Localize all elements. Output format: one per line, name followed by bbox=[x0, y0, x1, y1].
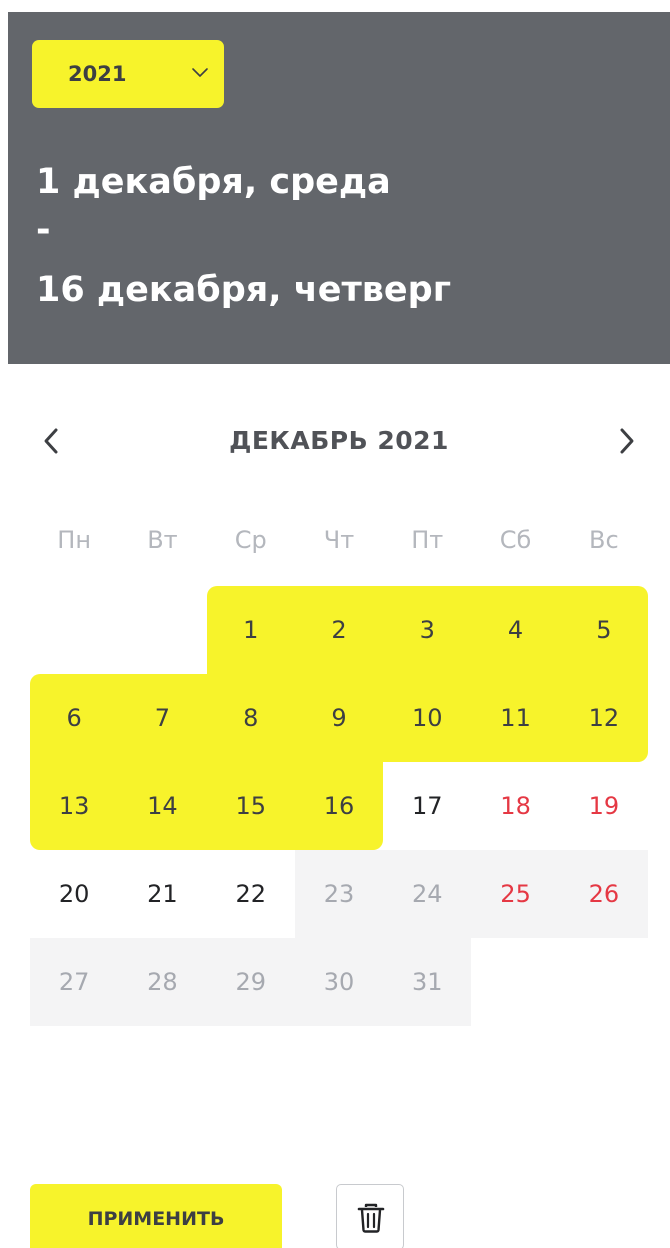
weekday-label: Ср bbox=[234, 526, 267, 554]
day-cell-25: 25 bbox=[471, 850, 560, 938]
trash-icon bbox=[357, 1203, 385, 1233]
month-label: ДЕКАБРЬ 2021 bbox=[229, 426, 449, 455]
weekday-label: Вс bbox=[588, 526, 619, 554]
day-cell-29: 29 bbox=[206, 938, 295, 1026]
weekday-label: Сб bbox=[499, 526, 532, 554]
next-month-button[interactable] bbox=[610, 424, 644, 458]
day-cell-6[interactable]: 6 bbox=[30, 674, 119, 762]
year-select[interactable]: 2021 bbox=[32, 40, 224, 108]
day-cell-1[interactable]: 1 bbox=[206, 586, 295, 674]
day-cell-24: 24 bbox=[383, 850, 472, 938]
day-grid: 1 2 3 4 5 6 7 8 9 10 11 12 13 14 15 16 17 18 19 20 21 22 23 24 2… bbox=[30, 586, 648, 1026]
day-cell-8[interactable]: 8 bbox=[206, 674, 295, 762]
day-cell-14[interactable]: 14 bbox=[118, 762, 207, 850]
date-range-picker: 2021 1 декабря, среда - 16 декабря, четв… bbox=[0, 0, 670, 1248]
month-navigation: ДЕКАБРЬ 2021 bbox=[30, 410, 648, 470]
day-cell-30: 30 bbox=[294, 938, 384, 1026]
range-start-label: 1 декабря, среда bbox=[36, 162, 391, 202]
year-select-value: 2021 bbox=[68, 62, 127, 86]
day-cell-7[interactable]: 7 bbox=[118, 674, 207, 762]
apply-button[interactable]: ПРИМЕНИТЬ bbox=[30, 1184, 282, 1248]
day-cell-23: 23 bbox=[294, 850, 384, 938]
weekday-label: Пн bbox=[57, 526, 92, 554]
day-cell-21[interactable]: 21 bbox=[118, 850, 206, 938]
day-cell-28: 28 bbox=[118, 938, 207, 1026]
weekday-label: Пт bbox=[411, 526, 444, 554]
weekday-label: Чт bbox=[323, 526, 355, 554]
day-cell-31: 31 bbox=[383, 938, 472, 1026]
day-cell-13[interactable]: 13 bbox=[30, 762, 119, 850]
day-cell-5[interactable]: 5 bbox=[559, 586, 648, 674]
day-cell-18[interactable]: 18 bbox=[471, 762, 559, 850]
weekday-label: Вт bbox=[147, 526, 178, 554]
day-cell-12[interactable]: 12 bbox=[559, 674, 648, 762]
day-cell-3[interactable]: 3 bbox=[383, 586, 472, 674]
day-cell-17[interactable]: 17 bbox=[383, 762, 471, 850]
chevron-right-icon bbox=[620, 428, 634, 454]
day-cell-26: 26 bbox=[559, 850, 648, 938]
range-end-label: 16 декабря, четверг bbox=[36, 270, 451, 310]
chevron-down-icon bbox=[192, 68, 208, 77]
picker-header: 2021 1 декабря, среда - 16 декабря, четв… bbox=[8, 12, 670, 364]
day-cell-20[interactable]: 20 bbox=[30, 850, 118, 938]
weekday-header: Пн Вт Ср Чт Пт Сб Вс bbox=[30, 520, 648, 560]
day-cell-15[interactable]: 15 bbox=[206, 762, 295, 850]
range-separator: - bbox=[36, 210, 51, 250]
day-cell-4[interactable]: 4 bbox=[471, 586, 560, 674]
day-cell-19[interactable]: 19 bbox=[560, 762, 648, 850]
day-cell-11[interactable]: 11 bbox=[471, 674, 560, 762]
day-cell-10[interactable]: 10 bbox=[383, 674, 472, 762]
day-cell-2[interactable]: 2 bbox=[294, 586, 384, 674]
delete-button[interactable] bbox=[336, 1184, 404, 1248]
day-cell-27: 27 bbox=[30, 938, 119, 1026]
day-cell-22[interactable]: 22 bbox=[207, 850, 295, 938]
day-cell-9[interactable]: 9 bbox=[294, 674, 384, 762]
day-cell-16[interactable]: 16 bbox=[294, 762, 384, 850]
